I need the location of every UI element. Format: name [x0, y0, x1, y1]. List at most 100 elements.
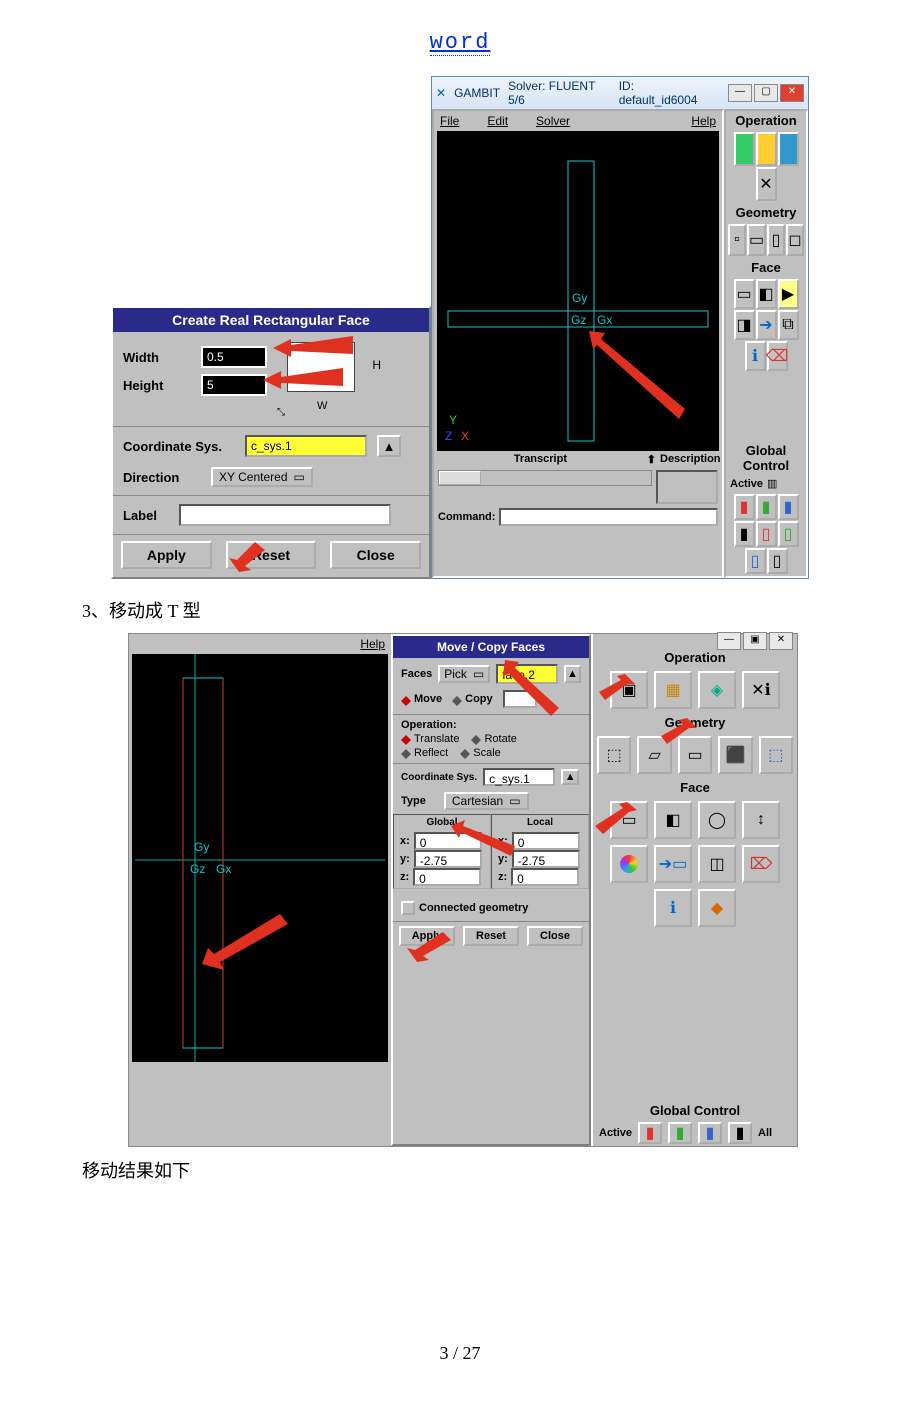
- op2-icon-2[interactable]: ▦: [654, 671, 692, 709]
- gambit-logo-icon: ✕: [436, 86, 446, 100]
- face-icon-7[interactable]: ℹ: [745, 341, 766, 371]
- gc2-icon-1[interactable]: ▮: [638, 1122, 662, 1144]
- gc-icon-8[interactable]: ▯: [767, 548, 788, 574]
- geo2-icon-5[interactable]: ⬚: [759, 736, 793, 774]
- minimize-button[interactable]: —: [728, 84, 752, 102]
- apply-button[interactable]: Apply: [121, 541, 212, 569]
- pick-select[interactable]: Pick ▭: [438, 665, 490, 683]
- type-select[interactable]: Cartesian ▭: [444, 792, 529, 810]
- min-button-2[interactable]: —: [717, 632, 741, 650]
- active-bars-icon[interactable]: ▥: [767, 477, 777, 490]
- gc2-icon-2[interactable]: ▮: [668, 1122, 692, 1144]
- local-y-input[interactable]: -2.75: [512, 850, 580, 868]
- help-menu[interactable]: Help: [360, 637, 385, 651]
- gc-icon-6[interactable]: ▯: [778, 521, 799, 547]
- face-icon-4[interactable]: ◨: [734, 310, 755, 340]
- height-input[interactable]: 5: [201, 374, 267, 396]
- coord-sys-label: Coordinate Sys.: [123, 439, 235, 454]
- close-window-button[interactable]: ✕: [780, 84, 804, 102]
- face-icon-3[interactable]: ▶: [778, 279, 799, 309]
- solver-menu[interactable]: Solver: [536, 114, 570, 128]
- solver-title: Solver: FLUENT 5/6: [508, 79, 611, 107]
- geo2-icon-1[interactable]: ⬚: [597, 736, 631, 774]
- gc-icon-1[interactable]: ▮: [734, 494, 755, 520]
- operation-icon-2[interactable]: [756, 132, 777, 166]
- command-input[interactable]: [499, 508, 718, 526]
- width-input[interactable]: 0.5: [201, 346, 267, 368]
- face2-icon-5[interactable]: [610, 845, 648, 883]
- face2-icon-9[interactable]: ℹ: [654, 889, 692, 927]
- face2-icon-7[interactable]: ◫: [698, 845, 736, 883]
- face-icon-8[interactable]: ⌫: [767, 341, 788, 371]
- restore-button-2[interactable]: ▣: [743, 632, 767, 650]
- face-icon-6[interactable]: ⧉: [778, 310, 799, 340]
- geometry-icon-4[interactable]: ◻: [786, 224, 804, 256]
- face2-icon-3[interactable]: ◯: [698, 801, 736, 839]
- help-menu[interactable]: Help: [691, 114, 716, 128]
- direction-select[interactable]: XY Centered ▭: [211, 467, 313, 487]
- face-icon-5[interactable]: ➔: [756, 310, 777, 340]
- global-z-input[interactable]: 0: [413, 868, 481, 886]
- close-button[interactable]: Close: [330, 541, 421, 569]
- viewport[interactable]: Gy Gz Gx Y Z X: [437, 131, 719, 451]
- coord-picker-2[interactable]: ▲: [561, 769, 579, 785]
- op2-icon-4[interactable]: ✕ℹ: [742, 671, 780, 709]
- header-word: word: [430, 30, 491, 56]
- op2-icon-3[interactable]: ◈: [698, 671, 736, 709]
- geometry-icon-3[interactable]: ▯: [767, 224, 785, 256]
- coord-sys-input-2[interactable]: c_sys.1: [483, 768, 555, 786]
- viewport-2[interactable]: Gy Gz Gx: [132, 654, 388, 1062]
- local-x-input[interactable]: 0: [512, 832, 580, 850]
- face2-icon-6[interactable]: ➔▭: [654, 845, 692, 883]
- gc-icon-2[interactable]: ▮: [756, 494, 777, 520]
- reset-button-2[interactable]: Reset: [463, 926, 519, 946]
- move-radio[interactable]: [401, 691, 411, 701]
- global-control-header: Global Control: [726, 441, 806, 475]
- geometry-icon-1[interactable]: ▫: [728, 224, 746, 256]
- dialog2-title: Move / Copy Faces: [393, 636, 589, 658]
- face2-icon-8[interactable]: ⌦: [742, 845, 780, 883]
- translate-radio[interactable]: [401, 730, 411, 740]
- face2-icon-2[interactable]: ◧: [654, 801, 692, 839]
- face2-icon-10[interactable]: ◆: [698, 889, 736, 927]
- geo2-icon-4[interactable]: ⬛: [718, 736, 752, 774]
- rotate-radio[interactable]: [471, 730, 481, 740]
- gambit-window: ✕ GAMBIT Solver: FLUENT 5/6 ID: default_…: [431, 76, 809, 579]
- gc2-icon-4[interactable]: ▮: [728, 1122, 752, 1144]
- gc-icon-7[interactable]: ▯: [745, 548, 766, 574]
- y-axis-label: Y: [449, 413, 457, 427]
- face2-icon-4[interactable]: ↕: [742, 801, 780, 839]
- file-menu[interactable]: File: [440, 114, 459, 128]
- id-title: ID: default_id6004: [619, 79, 712, 107]
- coord-sys-picker-button[interactable]: ▲: [377, 435, 401, 457]
- close-button-2[interactable]: Close: [527, 926, 583, 946]
- face-icon-1[interactable]: ▭: [734, 279, 755, 309]
- operation-icon-1[interactable]: [734, 132, 755, 166]
- local-z-input[interactable]: 0: [511, 868, 579, 886]
- close-button-win2[interactable]: ✕: [769, 632, 793, 650]
- reset-button[interactable]: Reset: [226, 541, 317, 569]
- operation-icon-4[interactable]: ✕: [756, 167, 777, 201]
- label-input[interactable]: [179, 504, 391, 526]
- edit-menu[interactable]: Edit: [487, 114, 508, 128]
- gc2-icon-3[interactable]: ▮: [698, 1122, 722, 1144]
- gc-icon-4[interactable]: ▮: [734, 521, 755, 547]
- gc-icon-5[interactable]: ▯: [756, 521, 777, 547]
- reflect-radio[interactable]: [401, 744, 411, 754]
- operation-icon-3[interactable]: [778, 132, 799, 166]
- scale-radio[interactable]: [460, 744, 470, 754]
- copy-radio[interactable]: [452, 691, 462, 701]
- coord-sys-input[interactable]: c_sys.1: [245, 435, 367, 457]
- gc-icon-3[interactable]: ▮: [778, 494, 799, 520]
- faces-label: Faces: [401, 668, 432, 680]
- geometry-icon-2[interactable]: ▭: [747, 224, 766, 256]
- maximize-button[interactable]: ▢: [754, 84, 778, 102]
- h-marker: H: [372, 358, 381, 372]
- gx-label-2: Gx: [216, 862, 231, 876]
- w-marker: W: [317, 400, 327, 412]
- command-label: Command:: [438, 511, 495, 523]
- app-title: GAMBIT: [454, 86, 500, 100]
- face-icon-2[interactable]: ◧: [756, 279, 777, 309]
- connected-checkbox[interactable]: [401, 901, 415, 915]
- gy-label-2: Gy: [194, 840, 209, 854]
